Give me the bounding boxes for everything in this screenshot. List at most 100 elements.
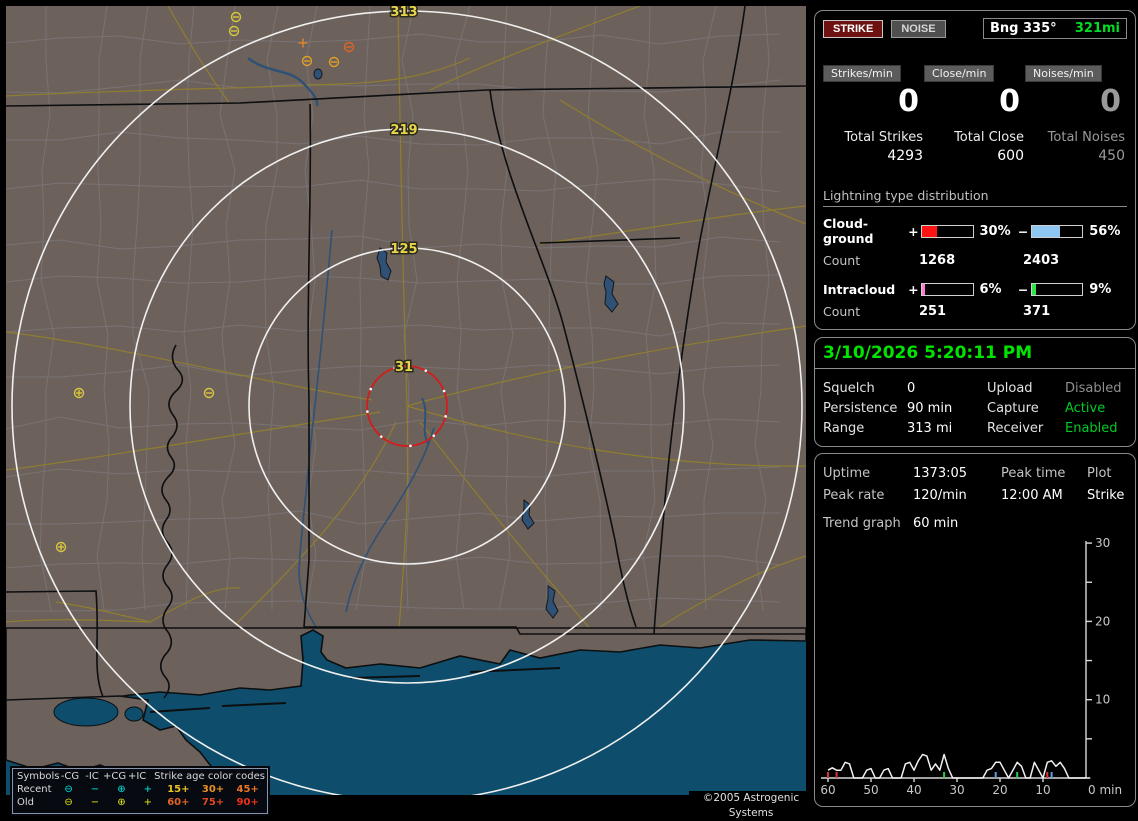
ic-plus-percent: 6% — [976, 282, 1018, 297]
minus-icon: − — [82, 796, 108, 809]
circle-plus-icon: ⊕ — [108, 783, 134, 796]
legend-col-pos-ic: +IC — [126, 770, 148, 783]
noises-per-min-value: 0 — [1100, 87, 1125, 117]
svg-text:0 min: 0 min — [1088, 783, 1122, 797]
range-value: 313 mi — [907, 421, 987, 436]
total-noises-label: Total Noises — [1048, 130, 1125, 145]
copyright-label: ©2005 Astrogenic Systems — [689, 791, 813, 806]
noises-counter-column: Noises/min 0 Total Noises 450 — [1025, 65, 1125, 164]
plot-label: Plot — [1087, 466, 1127, 481]
squelch-label: Squelch — [823, 381, 907, 396]
total-close-label: Total Close — [954, 130, 1024, 145]
trend-chart: 10 20 30 60 50 40 30 20 10 0 min — [817, 538, 1133, 802]
bearing-value: Bng 335° — [990, 21, 1057, 36]
ring-distance-label: 219 — [390, 123, 417, 138]
close-per-min-button[interactable]: Close/min — [924, 65, 994, 82]
persistence-label: Persistence — [823, 401, 907, 416]
noise-mode-button[interactable]: NOISE — [891, 20, 945, 38]
plot-value: Strike — [1087, 488, 1127, 503]
cg-plus-bar — [921, 225, 973, 238]
count-label: Count — [823, 304, 919, 319]
legend-recent-label: Recent — [15, 783, 55, 796]
age-15-label: 15+ — [161, 783, 196, 796]
plus-icon: + — [135, 783, 161, 796]
strikes-counter-column: Strikes/min 0 Total Strikes 4293 — [823, 65, 923, 164]
age-90-label: 90+ — [230, 796, 265, 809]
close-counter-column: Close/min 0 Total Close 600 — [924, 65, 1024, 164]
distribution-title: Lightning type distribution — [823, 188, 1127, 207]
legend-symbols-label: Symbols — [15, 770, 59, 783]
range-label: Range — [823, 421, 907, 436]
lightning-map[interactable]: 31321912531 Symbols -CG -IC +CG +IC Stri… — [6, 6, 806, 795]
peak-time-value: 12:00 AM — [1001, 488, 1087, 503]
strikes-per-min-button[interactable]: Strikes/min — [823, 65, 901, 82]
svg-text:20: 20 — [992, 783, 1007, 797]
plus-icon: + — [135, 796, 161, 809]
upload-status: Disabled — [1065, 381, 1127, 396]
strike-counters-panel: STRIKE NOISE Bng 335° 321mi Strikes/min … — [814, 10, 1136, 330]
plus-icon: + — [907, 282, 919, 297]
cloud-ground-row: Cloud-ground + 30% − 56% — [823, 216, 1127, 246]
cloud-ground-count-row: Count 1268 2403 — [823, 253, 1127, 268]
close-per-min-value: 0 — [999, 87, 1024, 117]
trend-tick-labels: 10 20 30 60 50 40 30 20 10 0 min — [820, 538, 1122, 797]
ic-minus-bar — [1031, 283, 1083, 296]
peak-time-label: Peak time — [1001, 466, 1087, 481]
bearing-readout: Bng 335° 321mi — [983, 18, 1127, 39]
svg-text:10: 10 — [1095, 693, 1110, 707]
legend-header-row: Symbols -CG -IC +CG +IC Strike age color… — [15, 770, 265, 783]
uptime-stats: Uptime 1373:05 Peak time Plot Peak rate … — [823, 462, 1127, 506]
strike-mode-button[interactable]: STRIKE — [823, 20, 883, 38]
upload-label: Upload — [987, 381, 1065, 396]
svg-text:50: 50 — [863, 783, 878, 797]
map-canvas[interactable]: 31321912531 — [6, 6, 806, 795]
capture-label: Capture — [987, 401, 1065, 416]
age-30-label: 30+ — [196, 783, 231, 796]
cg-plus-percent: 30% — [976, 224, 1018, 239]
ic-plus-count: 251 — [919, 304, 1023, 319]
legend-old-row: Old ⊖ − ⊕ + 60+ 75+ 90+ — [15, 796, 265, 809]
legend-col-neg-cg: -CG — [59, 770, 81, 783]
ring-distance-label: 31 — [395, 360, 413, 375]
system-status-panel: 3/10/2026 5:20:11 PM Squelch 0 Upload Di… — [814, 337, 1136, 447]
age-45-label: 45+ — [230, 783, 265, 796]
age-60-label: 60+ — [161, 796, 196, 809]
persistence-value: 90 min — [907, 401, 987, 416]
total-noises-value: 450 — [1098, 148, 1125, 164]
uptime-value: 1373:05 — [913, 466, 1001, 481]
legend-box: Symbols -CG -IC +CG +IC Strike age color… — [12, 768, 268, 814]
uptime-label: Uptime — [823, 466, 913, 481]
trend-window-value: 60 min — [913, 516, 958, 531]
cg-minus-bar — [1031, 225, 1083, 238]
circle-minus-icon: ⊖ — [55, 796, 81, 809]
cg-plus-count: 1268 — [919, 253, 1023, 268]
cg-minus-count: 2403 — [1023, 253, 1127, 268]
intracloud-label: Intracloud — [823, 282, 907, 297]
circle-minus-icon: ⊖ — [55, 783, 81, 796]
datetime-display: 3/10/2026 5:20:11 PM — [815, 338, 1135, 369]
svg-text:30: 30 — [1095, 538, 1110, 550]
age-75-label: 75+ — [196, 796, 231, 809]
cloud-ground-label: Cloud-ground — [823, 216, 907, 246]
noises-per-min-button[interactable]: Noises/min — [1025, 65, 1102, 82]
rate-counters: Strikes/min 0 Total Strikes 4293 Close/m… — [823, 65, 1125, 164]
capture-status: Active — [1065, 401, 1127, 416]
svg-text:40: 40 — [906, 783, 921, 797]
ring-distance-label: 125 — [390, 242, 417, 257]
intracloud-row: Intracloud + 6% − 9% — [823, 282, 1127, 297]
nexstorm-app: { "header": { "strike": "STRIKE", "noise… — [0, 0, 1138, 812]
ic-minus-count: 371 — [1023, 304, 1127, 319]
svg-text:10: 10 — [1035, 783, 1050, 797]
circle-plus-icon: ⊕ — [108, 796, 134, 809]
svg-text:20: 20 — [1095, 614, 1110, 628]
svg-text:30: 30 — [949, 783, 964, 797]
ic-minus-percent: 9% — [1085, 282, 1127, 297]
count-label: Count — [823, 253, 919, 268]
minus-icon: − — [1017, 282, 1029, 297]
squelch-value: 0 — [907, 381, 987, 396]
legend-recent-row: Recent ⊖ − ⊕ + 15+ 30+ 45+ — [15, 783, 265, 796]
receiver-status: Enabled — [1065, 421, 1127, 436]
legend-col-pos-cg: +CG — [103, 770, 126, 783]
lightning-distribution: Lightning type distribution Cloud-ground… — [823, 188, 1127, 319]
svg-text:60: 60 — [820, 783, 835, 797]
